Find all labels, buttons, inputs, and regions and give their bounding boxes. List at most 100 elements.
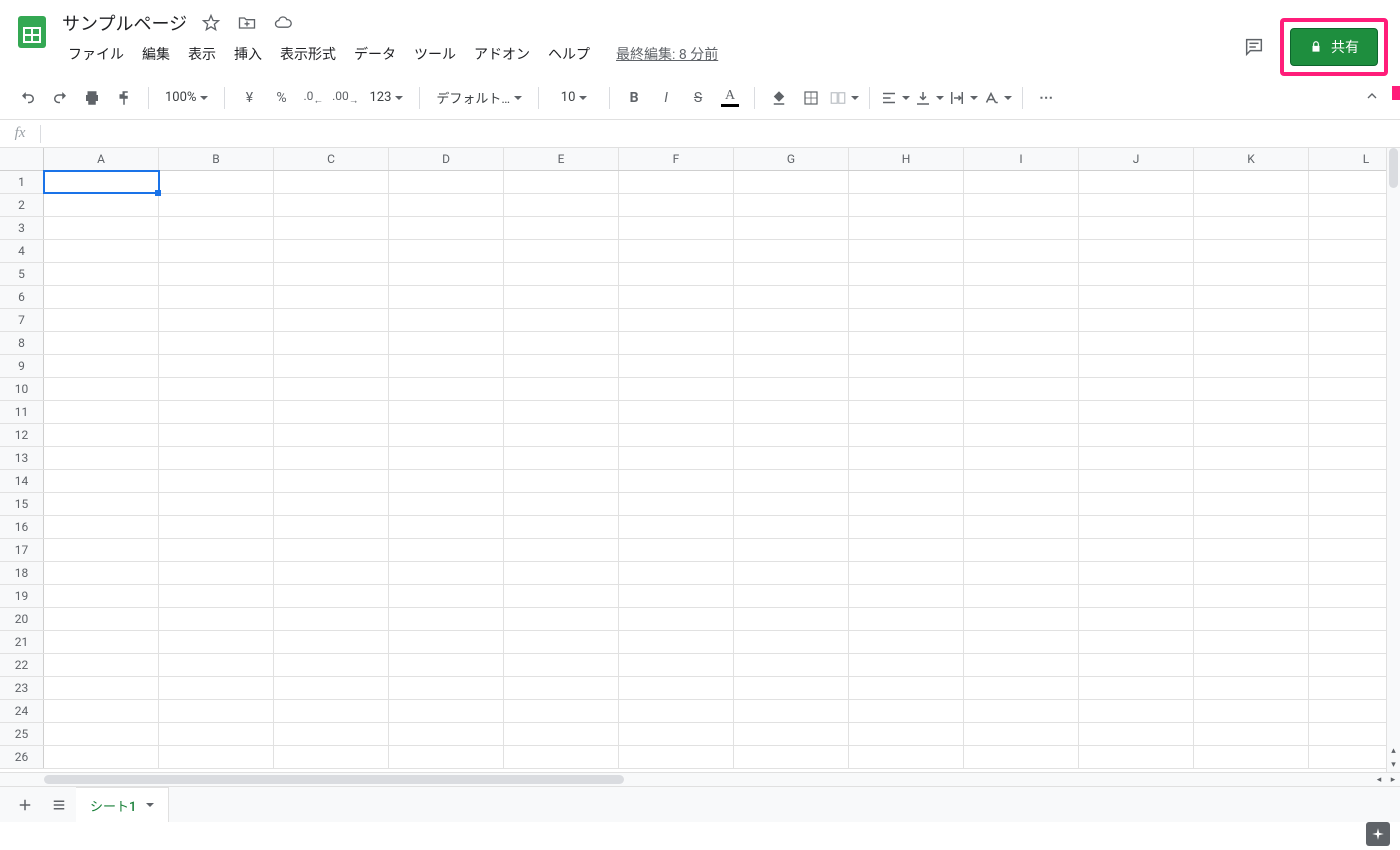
font-size-dropdown[interactable]: 10 [549, 84, 599, 112]
cell[interactable] [44, 631, 159, 653]
cell[interactable] [159, 654, 274, 676]
column-header[interactable]: C [274, 148, 389, 170]
cell[interactable] [849, 654, 964, 676]
cell[interactable] [964, 447, 1079, 469]
share-button[interactable]: 共有 [1290, 28, 1378, 66]
cell[interactable] [504, 470, 619, 492]
cell[interactable] [504, 677, 619, 699]
row-header[interactable]: 8 [0, 332, 44, 354]
cell[interactable] [1309, 194, 1386, 216]
cell[interactable] [1309, 263, 1386, 285]
cell[interactable] [1309, 654, 1386, 676]
row-header[interactable]: 13 [0, 447, 44, 469]
cell[interactable] [734, 470, 849, 492]
cell[interactable] [964, 539, 1079, 561]
cell[interactable] [159, 539, 274, 561]
cell[interactable] [964, 631, 1079, 653]
cell[interactable] [849, 286, 964, 308]
row-header[interactable]: 3 [0, 217, 44, 239]
cell[interactable] [1079, 217, 1194, 239]
cell[interactable] [504, 263, 619, 285]
column-header[interactable]: I [964, 148, 1079, 170]
cell[interactable] [504, 194, 619, 216]
cell[interactable] [964, 309, 1079, 331]
currency-icon[interactable]: ¥ [235, 84, 263, 112]
cell[interactable] [44, 493, 159, 515]
cell[interactable] [504, 700, 619, 722]
text-wrap-icon[interactable] [948, 84, 978, 112]
cell[interactable] [274, 286, 389, 308]
cell[interactable] [619, 355, 734, 377]
cell[interactable] [274, 539, 389, 561]
cell[interactable] [619, 217, 734, 239]
cell[interactable] [44, 585, 159, 607]
row-header[interactable]: 25 [0, 723, 44, 745]
cell[interactable] [389, 286, 504, 308]
cell[interactable] [1079, 677, 1194, 699]
row-header[interactable]: 17 [0, 539, 44, 561]
cell[interactable] [964, 194, 1079, 216]
row-header[interactable]: 11 [0, 401, 44, 423]
cell[interactable] [964, 723, 1079, 745]
cell[interactable] [849, 171, 964, 193]
cell[interactable] [504, 217, 619, 239]
cell[interactable] [274, 516, 389, 538]
vertical-align-icon[interactable] [914, 84, 944, 112]
cell[interactable] [274, 309, 389, 331]
cell[interactable] [1194, 332, 1309, 354]
cell[interactable] [159, 217, 274, 239]
cell[interactable] [619, 332, 734, 354]
cell[interactable] [734, 424, 849, 446]
menu-data[interactable]: データ [346, 40, 404, 68]
cell[interactable] [44, 562, 159, 584]
borders-icon[interactable] [797, 84, 825, 112]
cell[interactable] [389, 378, 504, 400]
scroll-up-icon[interactable]: ▴ [1387, 744, 1400, 758]
formula-input[interactable] [41, 120, 1400, 147]
cell[interactable] [849, 723, 964, 745]
menu-tools[interactable]: ツール [406, 40, 464, 68]
cell[interactable] [1309, 240, 1386, 262]
cell[interactable] [389, 654, 504, 676]
row-header[interactable]: 19 [0, 585, 44, 607]
cell[interactable] [159, 631, 274, 653]
cell[interactable] [849, 263, 964, 285]
cell[interactable] [1194, 263, 1309, 285]
cell[interactable] [849, 470, 964, 492]
cell[interactable] [734, 194, 849, 216]
cell[interactable] [274, 217, 389, 239]
row-header[interactable]: 12 [0, 424, 44, 446]
cell[interactable] [734, 723, 849, 745]
strikethrough-icon[interactable]: S [684, 84, 712, 112]
cell[interactable] [964, 355, 1079, 377]
menu-file[interactable]: ファイル [60, 40, 132, 68]
cell[interactable] [274, 240, 389, 262]
cell[interactable] [619, 401, 734, 423]
cell[interactable] [1079, 700, 1194, 722]
cell[interactable] [964, 493, 1079, 515]
cell[interactable] [504, 447, 619, 469]
cell[interactable] [389, 332, 504, 354]
cell[interactable] [849, 355, 964, 377]
cell[interactable] [1309, 539, 1386, 561]
cell[interactable] [159, 723, 274, 745]
cell[interactable] [734, 746, 849, 768]
cell[interactable] [734, 355, 849, 377]
cell[interactable] [44, 263, 159, 285]
cell[interactable] [964, 378, 1079, 400]
more-tools-icon[interactable]: ⋯ [1033, 84, 1061, 112]
menu-format[interactable]: 表示形式 [272, 40, 344, 68]
cell[interactable] [619, 585, 734, 607]
cell[interactable] [1079, 332, 1194, 354]
cell[interactable] [734, 332, 849, 354]
fill-color-icon[interactable] [765, 84, 793, 112]
cell[interactable] [1309, 332, 1386, 354]
zoom-dropdown[interactable]: 100% [159, 84, 214, 112]
cell[interactable] [849, 424, 964, 446]
text-color-icon[interactable]: A [716, 84, 744, 112]
cell[interactable] [504, 424, 619, 446]
row-header[interactable]: 18 [0, 562, 44, 584]
cell[interactable] [849, 194, 964, 216]
cell[interactable] [44, 470, 159, 492]
menu-insert[interactable]: 挿入 [226, 40, 270, 68]
